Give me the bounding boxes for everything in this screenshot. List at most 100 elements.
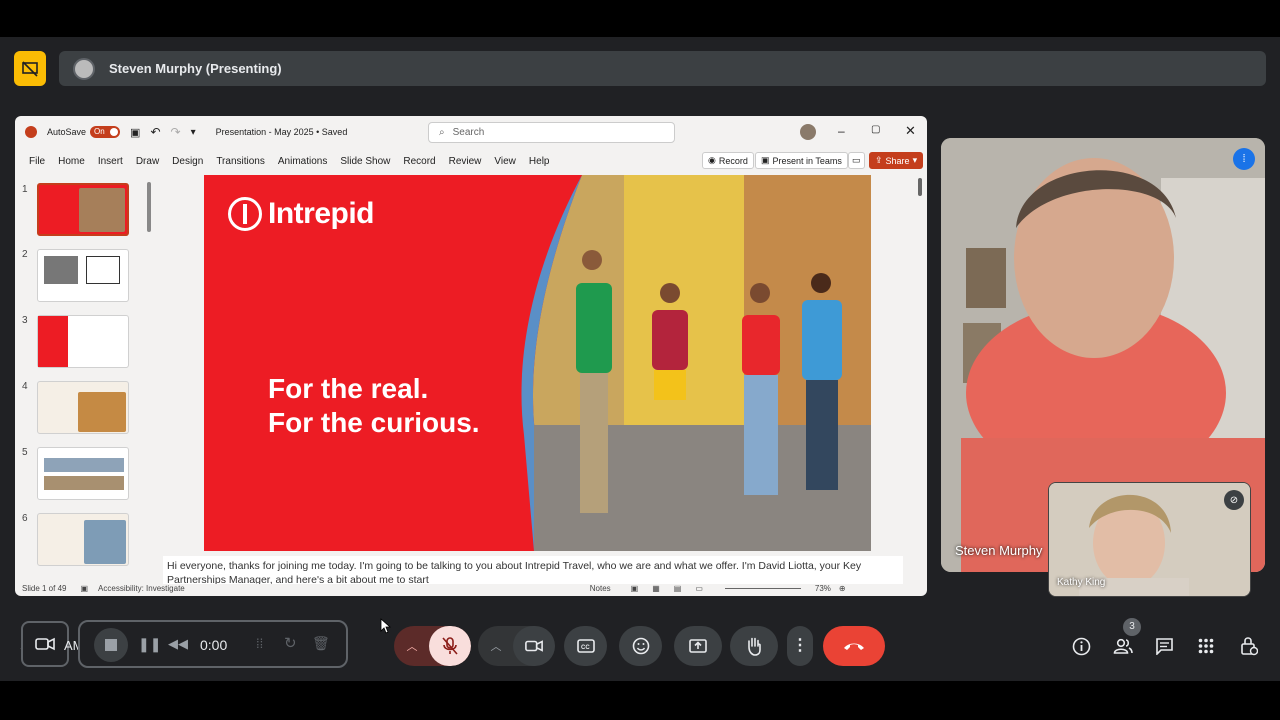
slide-thumbnail-2[interactable]	[37, 249, 129, 302]
status-bar: Slide 1 of 49 ▣ Accessibility: Investiga…	[15, 580, 927, 596]
slide-tagline-2: For the curious.	[268, 407, 480, 438]
share-button[interactable]: ⇪ Share ▾	[869, 152, 924, 169]
mic-off-icon	[442, 637, 458, 655]
participant-name-secondary: Kathy King	[1057, 577, 1106, 588]
activities-button[interactable]	[1196, 636, 1216, 656]
user-avatar[interactable]	[800, 124, 816, 140]
meeting-details-button[interactable]	[1071, 636, 1091, 656]
search-placeholder: Search	[452, 127, 485, 138]
video-camera-icon	[35, 637, 55, 651]
apps-grid-icon	[1198, 638, 1214, 654]
tab-review[interactable]: Review	[449, 156, 482, 167]
host-controls-button[interactable]	[1239, 636, 1259, 656]
save-icon[interactable]: ▣	[130, 126, 140, 139]
logo-text: Intrepid	[268, 197, 375, 230]
captions-button[interactable]: CC	[564, 626, 607, 666]
minimize-icon[interactable]: –	[838, 124, 845, 138]
share-icon: ⇪	[875, 155, 883, 165]
spelling-icon[interactable]: ▣	[80, 584, 88, 593]
camera-options-button[interactable]: ︿	[478, 626, 514, 666]
customize-icon[interactable]: ▾	[191, 127, 196, 138]
reactions-button[interactable]	[619, 626, 662, 666]
redo-recording-icon[interactable]: ↻	[284, 634, 297, 652]
intrepid-logo: Intrepid	[228, 197, 375, 231]
tab-help[interactable]: Help	[529, 156, 550, 167]
undo-icon[interactable]: ↶	[150, 125, 160, 139]
intrepid-logo-icon	[228, 197, 262, 231]
tab-record[interactable]: Record	[403, 156, 435, 167]
autosave-toggle[interactable]: On	[90, 126, 121, 138]
more-options-button[interactable]: ⋮	[787, 626, 813, 666]
redo-icon[interactable]: ↷	[171, 125, 181, 139]
slide-thumbnail-6[interactable]	[37, 513, 129, 566]
restore-icon[interactable]: ▢	[871, 124, 880, 135]
tab-view[interactable]: View	[494, 156, 516, 167]
svg-text:CC: CC	[581, 645, 590, 651]
chat-button[interactable]	[1154, 636, 1174, 656]
sorter-view-icon[interactable]: ▦	[652, 584, 660, 593]
present-in-teams-button[interactable]: ▣ Present in Teams	[755, 152, 848, 169]
presenter-banner: Steven Murphy (Presenting)	[59, 51, 1266, 86]
camera-toggle-left[interactable]	[21, 621, 69, 667]
thumb-number: 4	[22, 381, 28, 392]
emoji-icon	[632, 637, 649, 655]
thumbnail-scrollbar[interactable]	[147, 182, 151, 232]
tab-animations[interactable]: Animations	[278, 156, 327, 167]
comments-button[interactable]: ▭	[848, 152, 865, 169]
tab-draw[interactable]: Draw	[136, 156, 159, 167]
fit-slide-icon[interactable]: ⊕	[839, 584, 846, 593]
comment-icon: ▭	[852, 155, 861, 165]
stop-recording-button[interactable]	[94, 628, 128, 662]
people-button[interactable]	[1113, 636, 1133, 656]
slide-thumbnail-1[interactable]	[37, 183, 129, 236]
current-slide[interactable]: Intrepid For the real. For the curious.	[204, 175, 871, 551]
tab-design[interactable]: Design	[172, 156, 203, 167]
presenter-label: Steven Murphy (Presenting)	[109, 61, 282, 76]
normal-view-icon[interactable]: ▣	[631, 584, 639, 593]
tab-transitions[interactable]: Transitions	[216, 156, 265, 167]
zoom-level[interactable]: 73%	[815, 584, 831, 593]
pause-icon[interactable]: ❚❚	[138, 636, 161, 653]
powerpoint-window: AutoSave On ▣ ↶ ↷ ▾ Presentation - May 2…	[15, 116, 927, 596]
tab-insert[interactable]: Insert	[98, 156, 123, 167]
slide-thumbnail-5[interactable]	[37, 447, 129, 500]
doc-title[interactable]: Presentation - May 2025 • Saved	[216, 127, 348, 137]
camera-toggle-button[interactable]	[513, 626, 555, 666]
ppt-titlebar: AutoSave On ▣ ↶ ↷ ▾ Presentation - May 2…	[15, 116, 927, 148]
slide-scrollbar[interactable]	[918, 178, 922, 196]
close-icon[interactable]: ✕	[905, 123, 916, 139]
thumb-number: 3	[22, 315, 28, 326]
mic-group: ︿	[394, 626, 471, 666]
slideshow-view-icon[interactable]: ▭	[695, 584, 703, 593]
reading-view-icon[interactable]: ▤	[674, 584, 682, 593]
search-box[interactable]: ⌕ Search	[428, 122, 675, 143]
slide-tagline-1: For the real.	[268, 373, 429, 404]
tab-slide-show[interactable]: Slide Show	[340, 156, 390, 167]
mic-options-button[interactable]: ︿	[394, 626, 430, 666]
leave-call-button[interactable]	[823, 626, 885, 666]
thumb-number: 5	[22, 447, 28, 458]
slide-thumbnail-4[interactable]	[37, 381, 129, 434]
participant-video-secondary[interactable]: ⊘ Kathy King	[1048, 482, 1251, 597]
mouse-cursor-icon	[380, 618, 392, 634]
raise-hand-button[interactable]	[730, 626, 778, 666]
present-label: Present in Teams	[772, 155, 842, 166]
tab-file[interactable]: File	[29, 156, 45, 167]
mic-toggle-button[interactable]	[429, 626, 471, 666]
delete-icon[interactable]: 🗑︎	[312, 635, 330, 652]
rewind-icon[interactable]: ◀◀	[168, 636, 188, 652]
presentation-icon[interactable]	[14, 51, 46, 86]
slide-thumbnail-3[interactable]	[37, 315, 129, 368]
record-button[interactable]: ◉ Record	[702, 152, 754, 169]
record-dot-icon: ◉	[708, 155, 716, 165]
accessibility-status[interactable]: Accessibility: Investigate	[98, 584, 185, 593]
thumb-number: 6	[22, 513, 28, 524]
chevron-up-icon: ︿	[490, 641, 502, 653]
presenter-avatar	[73, 57, 95, 80]
dialpad-icon[interactable]: ⁞⁞	[256, 636, 263, 651]
end-call-icon	[844, 643, 864, 650]
notes-toggle[interactable]: Notes	[590, 584, 611, 593]
zoom-slider[interactable]	[724, 587, 801, 589]
present-screen-button[interactable]	[674, 626, 722, 666]
tab-home[interactable]: Home	[58, 156, 85, 167]
